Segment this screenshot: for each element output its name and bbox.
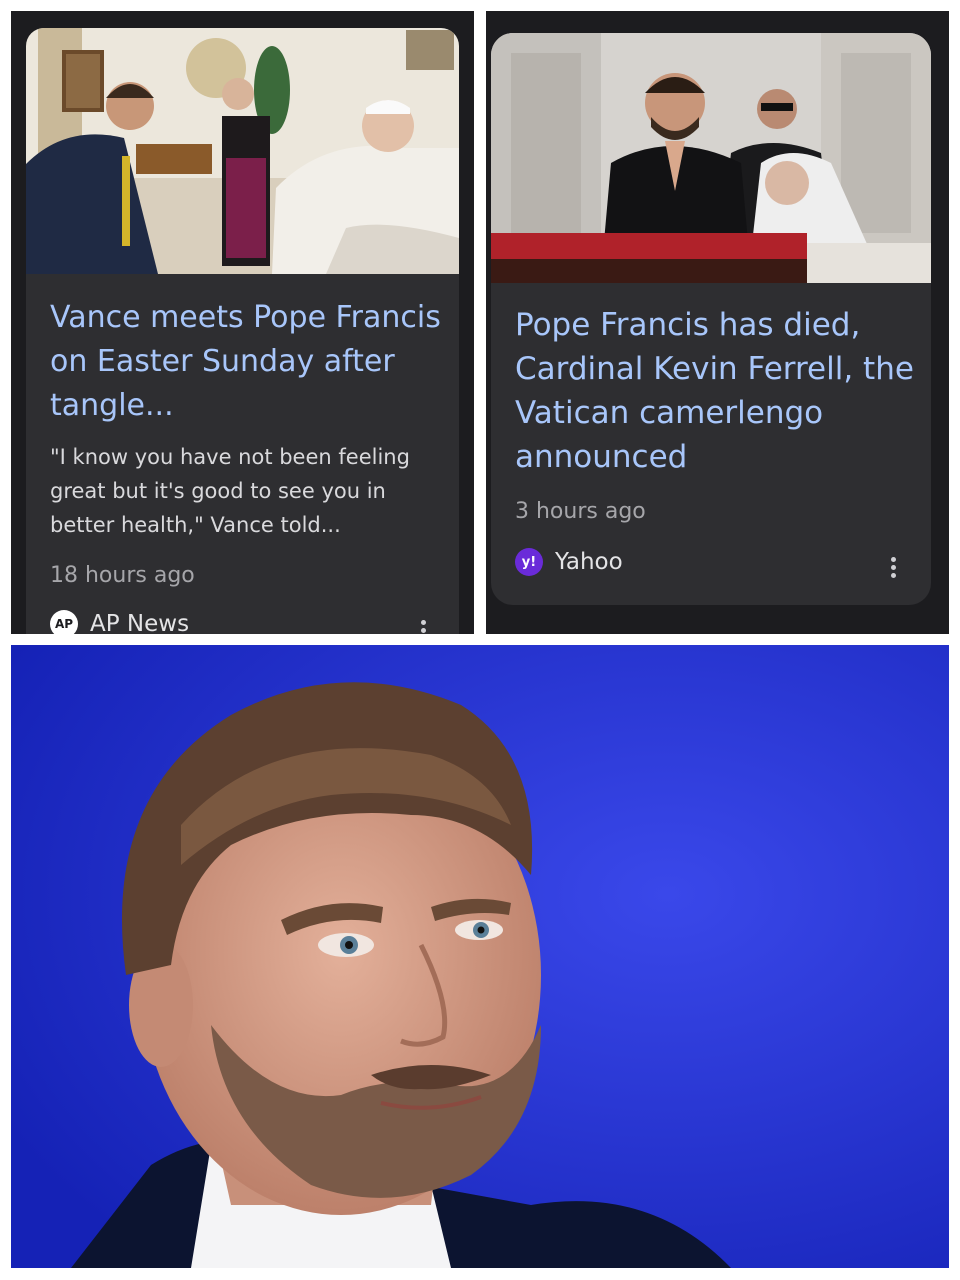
more-options-icon[interactable]	[419, 620, 427, 634]
news-headline[interactable]: Pope Francis has died, Cardinal Kevin Fe…	[515, 303, 925, 479]
vance-portrait-photo	[11, 645, 949, 1268]
vance-meets-pope-photo	[26, 28, 459, 274]
news-panel-right: Pope Francis has died, Cardinal Kevin Fe…	[486, 11, 949, 634]
news-timestamp: 18 hours ago	[50, 563, 195, 588]
news-snippet: "I know you have not been feeling great …	[50, 445, 410, 537]
news-timestamp: 3 hours ago	[515, 499, 646, 524]
news-card-pope-francis-died[interactable]: Pope Francis has died, Cardinal Kevin Fe…	[491, 33, 931, 605]
news-thumbnail-image[interactable]	[491, 33, 931, 283]
vance-raised-eyebrow-illustration	[11, 645, 949, 1268]
news-source-label: Yahoo	[555, 549, 623, 575]
yahoo-logo-icon: y!	[515, 548, 543, 576]
news-source[interactable]: AP AP News	[50, 610, 189, 634]
news-card-vance-meets-pope[interactable]: Vance meets Pope Francis on Easter Sunda…	[26, 28, 459, 634]
more-options-icon[interactable]	[889, 557, 897, 581]
ap-logo-icon: AP	[50, 610, 78, 634]
news-source-label: AP News	[90, 611, 190, 634]
news-panel-left: Vance meets Pope Francis on Easter Sunda…	[11, 11, 474, 634]
news-source[interactable]: y! Yahoo	[515, 548, 623, 576]
news-thumbnail-image[interactable]	[26, 28, 459, 274]
news-headline[interactable]: Vance meets Pope Francis on Easter Sunda…	[50, 296, 450, 428]
vance-praying-photo	[491, 33, 931, 283]
